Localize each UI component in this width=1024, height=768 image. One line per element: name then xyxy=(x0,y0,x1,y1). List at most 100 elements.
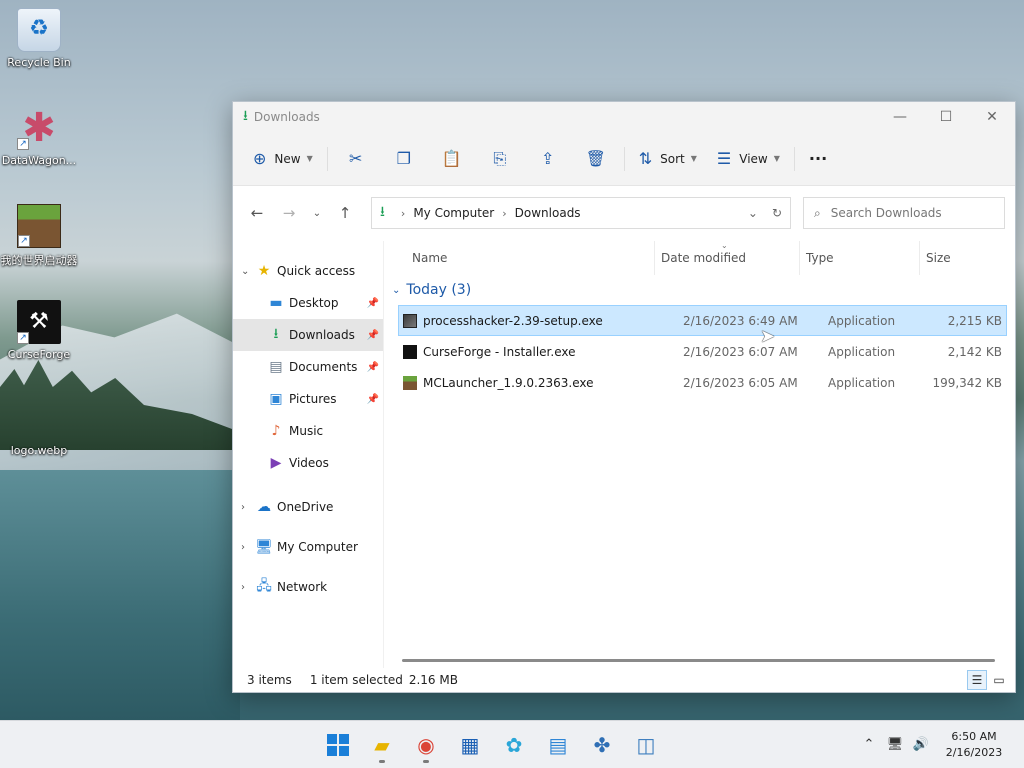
network-status-icon[interactable]: 🖥 xyxy=(882,737,908,752)
taskbar-monitor[interactable]: ◫ xyxy=(626,725,666,765)
toolbar-divider xyxy=(793,146,795,171)
file-explorer-icon: ▰ xyxy=(374,732,390,757)
more-options-button[interactable]: ··· xyxy=(799,142,837,176)
navigation-bar: ← → ⌄ ↑ ⭳ › My Computer › Downloads ⌄ ↻ … xyxy=(233,186,1015,240)
sidebar-item-videos[interactable]: ▶ Videos xyxy=(233,447,383,479)
desktop-icon-curseforge[interactable]: ⚒ ↗ CurseForge xyxy=(0,300,78,361)
sidebar-item-downloads[interactable]: ⭳ Downloads 📌 xyxy=(233,319,383,351)
desktop-icon: ▬ xyxy=(269,295,283,311)
group-header-today[interactable]: ⌄ Today (3) xyxy=(384,275,1015,305)
taskbar-notepad[interactable]: ▤ xyxy=(538,725,578,765)
view-list-icon: ☰ xyxy=(716,149,732,168)
table-row[interactable]: MCLauncher_1.9.0.2363.exe 2/16/2023 6:05… xyxy=(398,367,1007,398)
taskbar-chrome[interactable]: ◉ xyxy=(406,725,446,765)
breadcrumb-chevron-icon: › xyxy=(400,206,406,220)
taskbar-teams[interactable]: ✤ xyxy=(582,725,622,765)
table-row[interactable]: CurseForge - Installer.exe 2/16/2023 6:0… xyxy=(398,336,1007,367)
column-header-type[interactable]: Type xyxy=(799,241,919,275)
back-button[interactable]: ← xyxy=(241,198,273,228)
share-button[interactable]: ⇪ xyxy=(524,142,572,176)
documents-icon: ▤ xyxy=(269,359,283,375)
address-dropdown-icon[interactable]: ⌄ xyxy=(748,206,758,220)
search-box[interactable]: ⌕ Search Downloads xyxy=(803,197,1005,229)
column-header-name[interactable]: Name xyxy=(384,241,654,275)
address-bar[interactable]: ⭳ › My Computer › Downloads ⌄ ↻ xyxy=(371,197,791,229)
taskbar-paint[interactable]: ✿ xyxy=(494,725,534,765)
image-file-icon xyxy=(17,426,61,440)
sidebar-item-music[interactable]: ♪ Music xyxy=(233,415,383,447)
title-bar[interactable]: ⭳ Downloads — ☐ ✕ xyxy=(233,102,1015,132)
view-button[interactable]: ☰ View ▼ xyxy=(707,142,790,176)
paste-button[interactable]: 📋 xyxy=(428,142,476,176)
downloads-icon: ⭳ xyxy=(273,326,279,342)
volume-icon[interactable]: 🔊 xyxy=(908,737,934,752)
desktop-icon-minecraft-launcher[interactable]: ↗ 我的世界启动器 xyxy=(0,204,78,268)
column-header-size[interactable]: Size xyxy=(919,241,999,275)
forward-button[interactable]: → xyxy=(273,198,305,228)
sidebar-item-my-computer[interactable]: › 🖥 My Computer xyxy=(233,527,383,567)
breadcrumb-downloads[interactable]: Downloads xyxy=(515,206,581,220)
mouse-cursor-icon: ➤ xyxy=(760,326,776,347)
file-explorer-window: ⭳ Downloads — ☐ ✕ ⊕ New ▼ ✂ ❐ 📋 ⎘ ⇪ 🗑 ⇅ … xyxy=(232,101,1016,693)
chevron-down-icon: ▼ xyxy=(773,154,780,163)
desktop-icon-recycle-bin[interactable]: ♻ Recycle Bin xyxy=(0,8,78,69)
maximize-button[interactable]: ☐ xyxy=(923,102,969,132)
chevron-down-icon: ⌄ xyxy=(312,207,322,219)
rename-button[interactable]: ⎘ xyxy=(476,142,524,176)
paint-icon: ✿ xyxy=(505,732,523,757)
copy-icon: ❐ xyxy=(396,149,411,168)
arrow-up-icon: ↑ xyxy=(338,204,352,222)
sidebar-item-pictures[interactable]: ▣ Pictures 📌 xyxy=(233,383,383,415)
taskbar-file-explorer[interactable]: ▰ xyxy=(362,725,402,765)
scissors-icon: ✂ xyxy=(349,149,363,168)
desktop-icon-logo-webp[interactable]: logo.webp xyxy=(0,426,78,457)
details-view-icon: ☰ xyxy=(971,673,983,687)
curseforge-icon: ⚒ ↗ xyxy=(17,300,61,344)
tray-overflow-chevron-icon[interactable]: ⌃ xyxy=(856,737,882,752)
file-type: Application xyxy=(828,344,896,359)
sidebar-item-desktop[interactable]: ▬ Desktop 📌 xyxy=(233,287,383,319)
desktop-wallpaper-water xyxy=(0,470,240,720)
refresh-icon[interactable]: ↻ xyxy=(772,206,782,220)
desktop-icon-datawagon[interactable]: ✱ ↗ DataWagon... xyxy=(0,106,78,167)
sidebar-item-onedrive[interactable]: › ☁ OneDrive xyxy=(233,487,383,527)
tiles-view-button[interactable]: ▭ xyxy=(989,670,1009,690)
column-header-date-modified[interactable]: ⌄ Date modified xyxy=(654,241,799,275)
sort-button[interactable]: ⇅ Sort ▼ xyxy=(629,142,707,176)
table-row[interactable]: processhacker-2.39-setup.exe 2/16/2023 6… xyxy=(398,305,1007,336)
minimize-button[interactable]: — xyxy=(877,102,923,132)
teams-icon: ✤ xyxy=(593,732,611,757)
status-bar: 3 items 1 item selected 2.16 MB ☰ ▭ xyxy=(233,668,1015,692)
pin-icon: 📌 xyxy=(366,297,379,309)
breadcrumb-my-computer[interactable]: My Computer xyxy=(413,206,494,220)
sidebar-item-label: Documents xyxy=(289,360,358,374)
clock[interactable]: 6:50 AM 2/16/2023 xyxy=(934,729,1014,761)
computer-icon: 🖥 xyxy=(255,539,273,555)
paste-icon: 📋 xyxy=(441,149,462,168)
close-button[interactable]: ✕ xyxy=(969,102,1015,132)
copy-button[interactable]: ❐ xyxy=(380,142,428,176)
recycle-bin-icon: ♻ xyxy=(17,8,61,52)
shortcut-arrow-icon: ↗ xyxy=(18,235,30,247)
chevron-right-icon: › xyxy=(241,541,245,553)
item-count: 3 items xyxy=(247,673,292,687)
horizontal-scrollbar[interactable] xyxy=(402,659,995,662)
start-button[interactable] xyxy=(318,725,358,765)
pictures-icon: ▣ xyxy=(269,391,283,407)
cut-button[interactable]: ✂ xyxy=(332,142,380,176)
new-button[interactable]: ⊕ New ▼ xyxy=(243,142,323,176)
sidebar-item-network[interactable]: › 🖧 Network xyxy=(233,567,383,607)
taskbar-store[interactable]: ▦ xyxy=(450,725,490,765)
sidebar-item-documents[interactable]: ▤ Documents 📌 xyxy=(233,351,383,383)
recent-locations-button[interactable]: ⌄ xyxy=(305,198,329,228)
column-header-label: Date modified xyxy=(661,251,747,265)
monitor-icon: ◫ xyxy=(636,732,656,757)
sidebar-item-quick-access[interactable]: ⌄ ★ Quick access xyxy=(233,255,383,287)
arrow-left-icon: ← xyxy=(250,204,264,222)
up-button[interactable]: ↑ xyxy=(329,198,361,228)
downloads-icon: ⭳ xyxy=(380,204,385,220)
file-name: processhacker-2.39-setup.exe xyxy=(423,313,603,328)
breadcrumb-chevron-icon: › xyxy=(502,206,507,220)
delete-button[interactable]: 🗑 xyxy=(572,142,620,176)
details-view-button[interactable]: ☰ xyxy=(967,670,987,690)
